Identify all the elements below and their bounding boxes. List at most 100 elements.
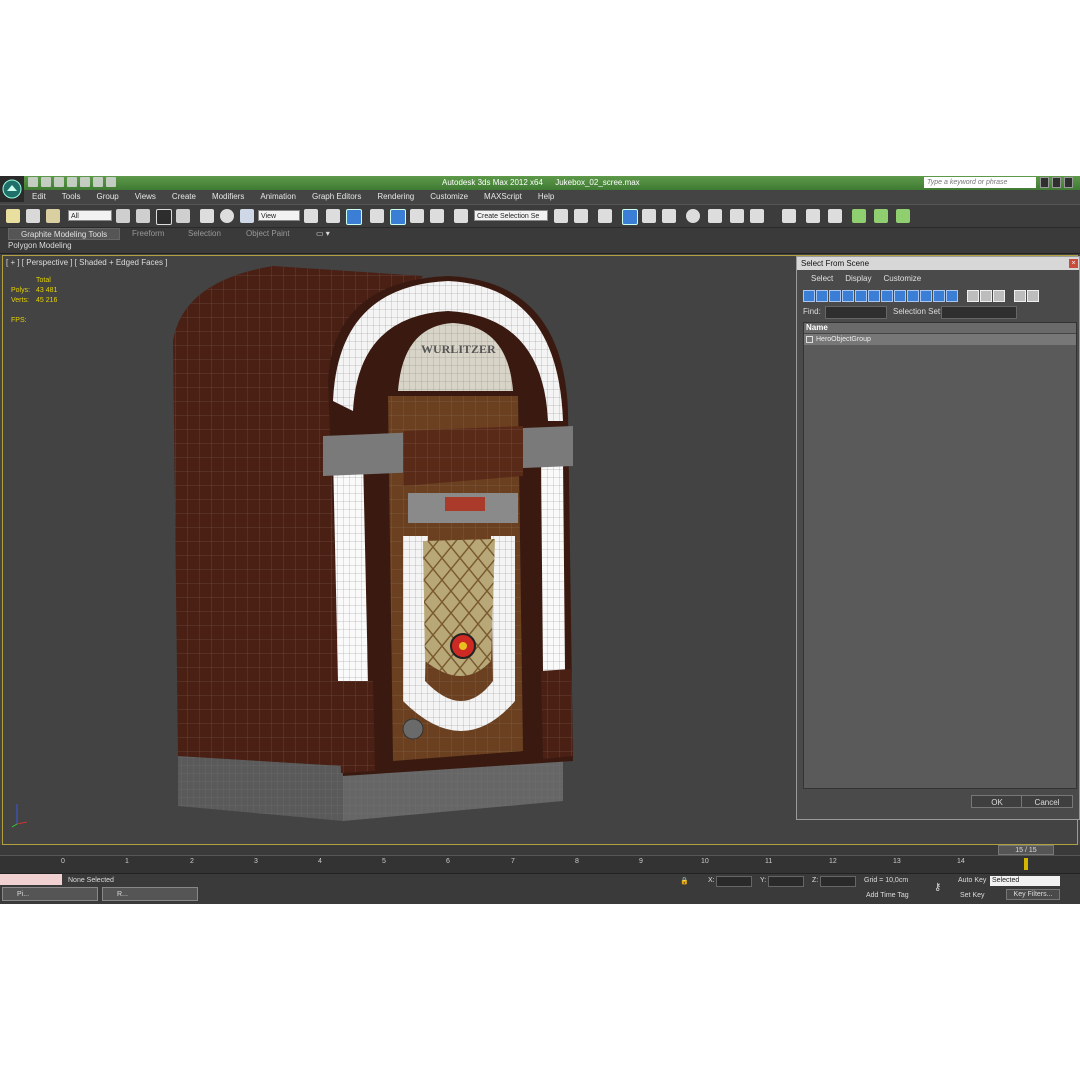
keyboard-shortcut-toggle-icon[interactable]: [346, 209, 362, 225]
add-time-tag-button[interactable]: Add Time Tag: [866, 892, 909, 899]
close-icon[interactable]: ×: [1069, 259, 1078, 268]
menu-views[interactable]: Views: [127, 191, 164, 203]
qat-dropdown-icon[interactable]: [106, 177, 116, 187]
menu-help[interactable]: Help: [530, 191, 562, 203]
help-icon[interactable]: [1064, 177, 1073, 188]
display-none-icon[interactable]: [980, 290, 992, 302]
key-icon[interactable]: ⚷: [934, 882, 941, 893]
scene-object-list[interactable]: Name HeroObjectGroup: [803, 322, 1077, 789]
filter-shapes-icon[interactable]: [816, 290, 828, 302]
menu-rendering[interactable]: Rendering: [369, 191, 422, 203]
filter-options-icon[interactable]: [1027, 290, 1039, 302]
dialog-menu-display[interactable]: Display: [839, 274, 877, 283]
mirror-icon[interactable]: [554, 209, 568, 223]
window-crossing-icon[interactable]: [176, 209, 190, 223]
graphite-toggle-icon[interactable]: [622, 209, 638, 225]
link-icon[interactable]: [6, 209, 20, 223]
percent-snap-icon[interactable]: [410, 209, 424, 223]
maxscript-listener-mini[interactable]: [0, 874, 62, 885]
menu-graph-editors[interactable]: Graph Editors: [304, 191, 369, 203]
set-key-button[interactable]: Set Key: [960, 892, 985, 899]
spinner-snap-icon[interactable]: [430, 209, 444, 223]
menu-create[interactable]: Create: [164, 191, 204, 203]
menu-edit[interactable]: Edit: [24, 191, 54, 203]
material-editor-icon[interactable]: [686, 209, 700, 223]
undo-icon[interactable]: [67, 177, 77, 187]
frame-readout[interactable]: 15 / 15: [998, 845, 1054, 855]
z-coordinate-field[interactable]: [820, 876, 856, 887]
reference-coordinate-dropdown[interactable]: View: [258, 210, 300, 221]
dialog-menu-customize[interactable]: Customize: [877, 274, 927, 283]
menu-animation[interactable]: Animation: [252, 191, 304, 203]
ribbon-options-icon[interactable]: ▭ ▾: [316, 228, 330, 240]
select-object-icon[interactable]: [116, 209, 130, 223]
xref-scene-icon[interactable]: [896, 209, 910, 223]
align-icon[interactable]: [574, 209, 588, 223]
app-logo[interactable]: [0, 176, 24, 202]
display-all-icon[interactable]: [967, 290, 979, 302]
angle-snap-icon[interactable]: [390, 209, 406, 225]
redo-icon[interactable]: [80, 177, 90, 187]
render-setup-icon[interactable]: [708, 209, 722, 223]
current-frame-marker[interactable]: [1024, 858, 1028, 870]
scale-icon[interactable]: [240, 209, 254, 223]
taskbar-item-1[interactable]: Pi...: [2, 887, 98, 901]
y-coordinate-field[interactable]: [768, 876, 804, 887]
time-slider[interactable]: 15 / 15: [0, 845, 1080, 855]
xref-icon[interactable]: [852, 209, 866, 223]
explorer-icon[interactable]: [806, 209, 820, 223]
save-icon[interactable]: [54, 177, 64, 187]
x-coordinate-field[interactable]: [716, 876, 752, 887]
filter-hidden-icon[interactable]: [946, 290, 958, 302]
dialog-menu-select[interactable]: Select: [805, 274, 839, 283]
layer-manager-icon[interactable]: [598, 209, 612, 223]
xref-objects-icon[interactable]: [874, 209, 888, 223]
search-input[interactable]: Type a keyword or phrase: [924, 177, 1036, 188]
star-icon[interactable]: [1052, 177, 1061, 188]
project-folder-icon[interactable]: [93, 177, 103, 187]
selection-filter-dropdown[interactable]: All: [68, 210, 112, 221]
new-file-icon[interactable]: [28, 177, 38, 187]
find-input[interactable]: [825, 306, 887, 319]
container-icon[interactable]: [782, 209, 796, 223]
rotate-icon[interactable]: [220, 209, 234, 223]
menu-tools[interactable]: Tools: [54, 191, 89, 203]
menu-customize[interactable]: Customize: [422, 191, 476, 203]
list-item[interactable]: HeroObjectGroup: [804, 334, 1076, 345]
filter-bones-icon[interactable]: [907, 290, 919, 302]
edit-named-selection-icon[interactable]: [454, 209, 468, 223]
key-selection-dropdown[interactable]: Selected: [990, 876, 1060, 886]
filter-containers-icon[interactable]: [920, 290, 932, 302]
viewport-label[interactable]: [ + ] [ Perspective ] [ Shaded + Edged F…: [6, 258, 167, 267]
dialog-title[interactable]: Select From Scene: [797, 257, 1079, 270]
select-by-name-icon[interactable]: [136, 209, 150, 223]
schematic-view-icon[interactable]: [662, 209, 676, 223]
menu-modifiers[interactable]: Modifiers: [204, 191, 252, 203]
unlink-icon[interactable]: [26, 209, 40, 223]
curve-editor-icon[interactable]: [642, 209, 656, 223]
cancel-button[interactable]: Cancel: [1021, 795, 1073, 808]
display-invert-icon[interactable]: [993, 290, 1005, 302]
column-header-name[interactable]: Name: [804, 323, 1076, 334]
menu-maxscript[interactable]: MAXScript: [476, 191, 530, 203]
filter-lights-icon[interactable]: [829, 290, 841, 302]
ok-button[interactable]: OK: [971, 795, 1023, 808]
selection-set-dropdown[interactable]: [941, 306, 1017, 319]
filter-groups-icon[interactable]: [881, 290, 893, 302]
tab-graphite-modeling-tools[interactable]: Graphite Modeling Tools: [8, 228, 121, 240]
auto-key-button[interactable]: Auto Key: [958, 877, 986, 884]
bind-space-warp-icon[interactable]: [46, 209, 60, 223]
track-bar[interactable]: 0 1 2 3 4 5 6 7 8 9 10 11 12 13 14: [0, 855, 1080, 874]
filter-funnel-icon[interactable]: [1014, 290, 1026, 302]
lock-icon[interactable]: 🔒: [680, 877, 689, 885]
binoculars-icon[interactable]: [1040, 177, 1049, 188]
pivot-center-icon[interactable]: [304, 209, 318, 223]
tab-selection[interactable]: Selection: [188, 228, 221, 240]
tab-object-paint[interactable]: Object Paint: [246, 228, 290, 240]
tab-freeform[interactable]: Freeform: [132, 228, 164, 240]
named-selection-dropdown[interactable]: Create Selection Se: [474, 210, 548, 221]
filter-helpers-icon[interactable]: [855, 290, 867, 302]
jukebox-model[interactable]: WURLITZER: [163, 261, 583, 841]
select-manipulate-icon[interactable]: [326, 209, 340, 223]
filter-spacewarps-icon[interactable]: [868, 290, 880, 302]
